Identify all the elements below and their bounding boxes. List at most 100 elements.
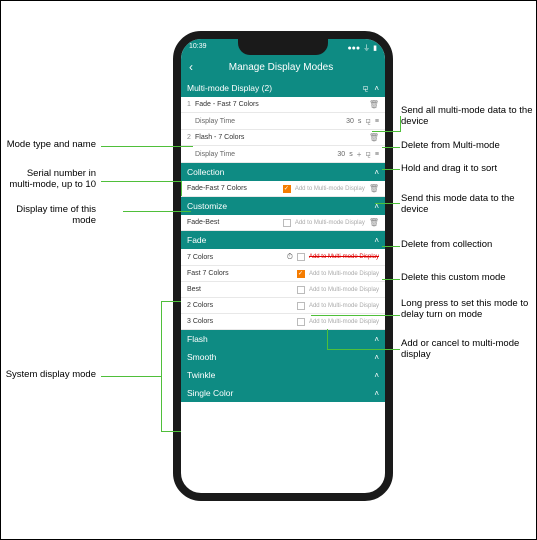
callout-line xyxy=(161,431,181,432)
annotation: Add or cancel to multi-mode display xyxy=(401,339,536,361)
section-twinkle[interactable]: Twinkle ˄ xyxy=(181,366,385,384)
time-unit: s xyxy=(358,118,362,125)
section-title: Fade xyxy=(187,235,206,245)
phone-frame: 10:39 ●●● ⏚ ▮ ‹ Manage Display Modes Mul… xyxy=(173,31,393,501)
hint-text: Add to Multi-mode Display xyxy=(309,254,379,260)
hint-text: Add to Multi-mode Display xyxy=(309,319,379,325)
callout-line xyxy=(101,181,181,182)
annotation: Send all multi-mode data to the device xyxy=(401,106,536,128)
mode-name: Fade - Fast 7 Colors xyxy=(195,101,259,108)
time-label: Display Time xyxy=(195,151,235,158)
chevron-up-icon[interactable]: ˄ xyxy=(374,353,379,362)
callout-line xyxy=(382,279,400,280)
delete-icon[interactable]: 🗑 xyxy=(369,100,379,109)
delete-icon[interactable]: 🗑 xyxy=(369,218,379,227)
header: ‹ Manage Display Modes xyxy=(181,55,385,79)
section-multi-mode[interactable]: Multi-mode Display (2) ⚼ ˄ xyxy=(181,79,385,97)
drag-handle-icon[interactable]: ≡ xyxy=(375,118,379,125)
hint-text: Add to Multi-mode Display xyxy=(295,186,365,192)
mode-name: Fade-Fast 7 Colors xyxy=(187,185,247,192)
mode-name: Fade-Best xyxy=(187,219,219,226)
hint-text: Add to Multi-mode Display xyxy=(309,303,379,309)
section-title: Collection xyxy=(187,167,224,177)
serial-number: 1 xyxy=(187,101,195,108)
annotation: Delete from collection xyxy=(401,240,492,251)
section-fade[interactable]: Fade ˄ xyxy=(181,231,385,249)
callout-line xyxy=(327,329,328,349)
chevron-up-icon[interactable]: ˄ xyxy=(374,389,379,398)
chevron-up-icon[interactable]: ˄ xyxy=(374,168,379,177)
mode-name: 7 Colors xyxy=(187,254,213,261)
mode-name: 2 Colors xyxy=(187,302,213,309)
callout-line xyxy=(161,301,162,431)
annotation: System display mode xyxy=(6,370,96,381)
wifi-icon: ⏚ xyxy=(363,43,370,53)
section-smooth[interactable]: Smooth ˄ xyxy=(181,348,385,366)
section-flash[interactable]: Flash ˄ xyxy=(181,330,385,348)
annotation: Delete from Multi-mode xyxy=(401,141,500,152)
time-value: 30 xyxy=(346,118,354,125)
chevron-up-icon[interactable]: ˄ xyxy=(374,335,379,344)
checkbox[interactable] xyxy=(283,185,291,193)
annotation: Mode type and name xyxy=(7,140,96,151)
checkbox[interactable] xyxy=(297,286,305,294)
status-time: 10:39 xyxy=(189,43,207,53)
mode-name: Flash - 7 Colors xyxy=(195,134,244,141)
section-collection[interactable]: Collection ˄ xyxy=(181,163,385,181)
callout-line xyxy=(382,169,400,170)
callout-line xyxy=(101,146,193,147)
delete-icon[interactable]: 🗑 xyxy=(369,184,379,193)
drag-handle-icon[interactable]: ≡ xyxy=(375,151,379,158)
collection-item[interactable]: Fade-Fast 7 Colors Add to Multi-mode Dis… xyxy=(181,181,385,197)
page-title: Manage Display Modes xyxy=(185,62,377,73)
bluetooth-icon[interactable]: ⚼ xyxy=(365,116,371,126)
mode-name: Fast 7 Colors xyxy=(187,270,229,277)
section-customize[interactable]: Customize ˄ xyxy=(181,197,385,215)
chevron-up-icon[interactable]: ˄ xyxy=(374,236,379,245)
callout-line xyxy=(327,349,400,350)
checkbox[interactable] xyxy=(283,219,291,227)
bluetooth-icon[interactable]: ⚼ xyxy=(365,149,371,159)
callout-line xyxy=(311,315,400,316)
customize-item[interactable]: Fade-Best Add to Multi-mode Display 🗑 xyxy=(181,215,385,231)
callout-line xyxy=(400,116,401,132)
multi-item-2-time[interactable]: Display Time 30 s + ⚼ ≡ xyxy=(181,146,385,163)
notch xyxy=(238,39,328,55)
signal-icon: ●●● xyxy=(347,45,360,52)
hint-text: Add to Multi-mode Display xyxy=(309,287,379,293)
fade-item-3[interactable]: Best Add to Multi-mode Display xyxy=(181,282,385,298)
fade-item-2[interactable]: Fast 7 Colors Add to Multi-mode Display xyxy=(181,266,385,282)
checkbox[interactable] xyxy=(297,253,305,261)
delete-icon[interactable]: 🗑 xyxy=(369,133,379,142)
callout-line xyxy=(372,131,400,132)
annotation: Serial number in multi-mode, up to 10 xyxy=(1,169,96,191)
checkbox[interactable] xyxy=(297,318,305,326)
fade-item-4[interactable]: 2 Colors Add to Multi-mode Display xyxy=(181,298,385,314)
section-single-color[interactable]: Single Color ˄ xyxy=(181,384,385,402)
callout-line xyxy=(382,246,400,247)
section-title: Twinkle xyxy=(187,370,215,380)
annotation: Long press to set this mode to delay tur… xyxy=(401,299,536,321)
time-unit: s xyxy=(349,151,353,158)
fade-item-1[interactable]: 7 Colors ⏱ Add to Multi-mode Display xyxy=(181,249,385,266)
checkbox[interactable] xyxy=(297,302,305,310)
section-title: Flash xyxy=(187,334,208,344)
chevron-up-icon[interactable]: ˄ xyxy=(374,371,379,380)
section-title: Customize xyxy=(187,201,227,211)
annotation: Hold and drag it to sort xyxy=(401,164,497,175)
section-title: Multi-mode Display (2) xyxy=(187,83,272,93)
callout-line xyxy=(375,203,400,204)
annotation: Delete this custom mode xyxy=(401,273,506,284)
bluetooth-icon[interactable]: ⚼ xyxy=(363,83,369,93)
multi-item-1[interactable]: 1 Fade - Fast 7 Colors 🗑 xyxy=(181,97,385,113)
clock-icon[interactable]: ⏱ xyxy=(287,252,293,262)
chevron-up-icon[interactable]: ˄ xyxy=(374,84,379,93)
checkbox[interactable] xyxy=(297,270,305,278)
hint-text: Add to Multi-mode Display xyxy=(295,220,365,226)
battery-icon: ▮ xyxy=(373,44,377,52)
multi-item-2[interactable]: 2 Flash - 7 Colors 🗑 xyxy=(181,130,385,146)
multi-item-1-time[interactable]: Display Time 30 s ⚼ ≡ xyxy=(181,113,385,130)
plus-icon[interactable]: + xyxy=(357,150,362,159)
fade-item-5[interactable]: 3 Colors Add to Multi-mode Display xyxy=(181,314,385,330)
annotation: Send this mode data to the device xyxy=(401,194,536,216)
